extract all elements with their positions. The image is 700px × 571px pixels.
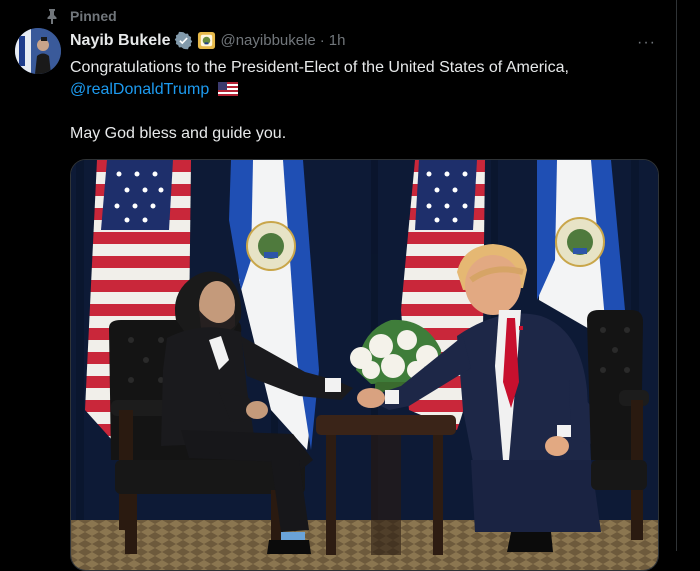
author-handle[interactable]: @nayibbukele [220, 32, 315, 49]
author-name[interactable]: Nayib Bukele [70, 32, 170, 50]
tweet-container[interactable]: Pinned Nayib Bukele @nayibbukele · 1h ··… [0, 0, 677, 571]
tweet-photo[interactable] [70, 159, 659, 571]
tweet-timestamp[interactable]: 1h [329, 32, 346, 49]
tweet-text-line-mention: @realDonaldTrump [70, 80, 238, 100]
photo-handshake [71, 160, 658, 570]
pinned-label: Pinned [70, 8, 117, 24]
mention-link[interactable]: @realDonaldTrump [70, 81, 209, 98]
us-flag-emoji [217, 82, 238, 96]
tweet-text-line-1: Congratulations to the President-Elect o… [70, 59, 569, 76]
avatar[interactable] [15, 28, 61, 74]
separator-dot: · [319, 32, 325, 49]
pinned-indicator: Pinned [44, 7, 117, 25]
government-affiliation-icon[interactable] [197, 31, 216, 50]
more-options-icon[interactable]: ··· [637, 34, 656, 52]
verified-badge-icon[interactable] [174, 31, 193, 50]
tweet-text-line-2: May God bless and guide you. [70, 125, 287, 142]
tweet-header: Nayib Bukele @nayibbukele · 1h [70, 31, 345, 50]
pin-icon [47, 9, 57, 24]
